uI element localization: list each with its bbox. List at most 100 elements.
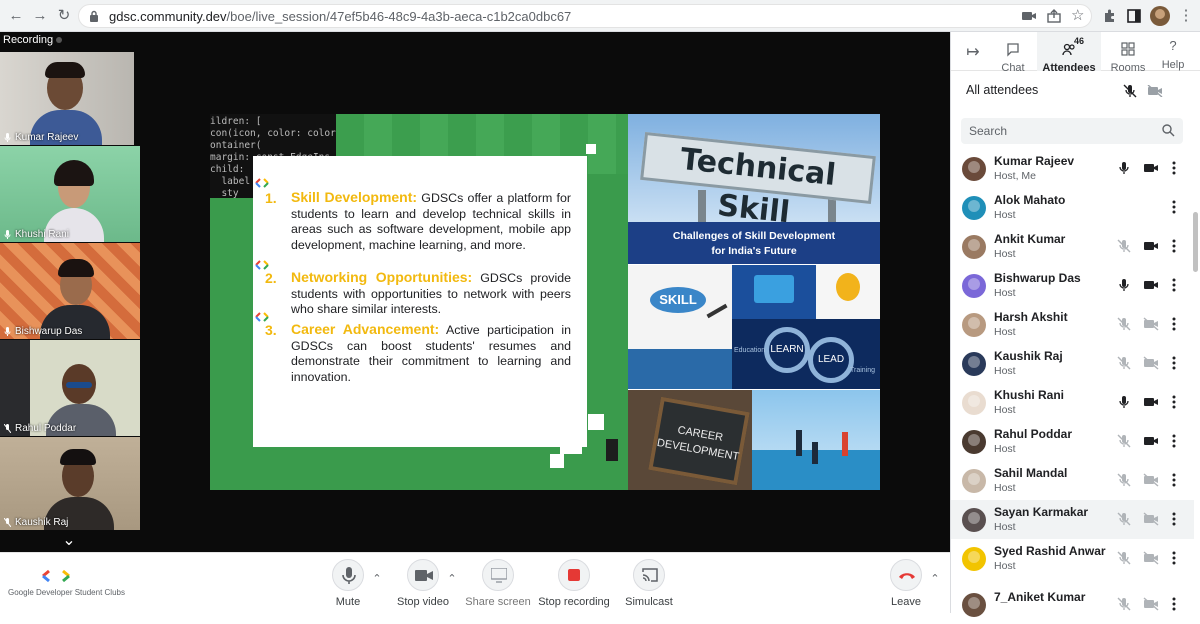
reload-icon[interactable]: ↻ [54,6,74,26]
avatar [962,430,986,454]
more-options-icon[interactable] [1170,356,1178,370]
attendee-name: Ankit Kumar [994,232,1066,246]
more-options-icon[interactable] [1170,434,1178,448]
menu-kebab-icon[interactable]: ⋮ [1176,6,1196,26]
help-icon: ? [1169,38,1177,53]
more-options-icon[interactable] [1170,597,1178,611]
attendee-row[interactable]: Kaushik Raj Host [951,344,1194,383]
learn-lead-gears-image: LEARN LEAD Education Training [732,319,880,389]
video-off-icon[interactable] [1143,317,1159,331]
attendee-row[interactable]: 7_Aniket Kumar [951,585,1194,624]
business-person-image [628,349,732,389]
stop-all-video-icon[interactable] [1147,85,1163,97]
mic-muted-icon[interactable] [1117,473,1131,487]
attendee-name: Kumar Rajeev [994,154,1075,168]
video-camera-icon[interactable] [1143,395,1159,409]
camera-permission-icon[interactable] [1021,8,1037,24]
attendee-row[interactable]: Alok Mahato Host [951,188,1194,227]
attendee-row[interactable]: Harsh Akshit Host [951,305,1194,344]
attendee-row[interactable]: Kumar Rajeev Host, Me [951,149,1194,188]
attendee-row[interactable]: Bishwarup Das Host [951,266,1194,305]
point-skill-development: Skill Development: GDSCs offer a platfor… [291,189,571,252]
mic-icon[interactable] [1117,161,1131,175]
attendee-row[interactable]: Rahul Poddar Host [951,422,1194,461]
mic-muted-icon[interactable] [1117,512,1131,526]
tile-name: Kaushik Raj [4,517,68,528]
mic-muted-icon[interactable] [1117,317,1131,331]
attendee-row[interactable]: Ankit Kumar Host [951,227,1194,266]
video-tile[interactable]: Khushi Rani [0,146,140,242]
tab-help[interactable]: ? Help [1155,32,1191,71]
bookmark-star-icon[interactable]: ☆ [1071,8,1087,24]
attendee-name: Alok Mahato [994,193,1066,207]
video-off-icon[interactable] [1143,356,1159,370]
collapse-panel-button[interactable]: ↦ [951,32,995,71]
back-icon[interactable]: ← [6,6,26,26]
url-text: gdsc.community.dev/boe/live_session/47ef… [109,9,572,24]
video-tile[interactable]: Kaushik Raj [0,437,140,530]
mic-muted-icon[interactable] [1117,356,1131,370]
video-camera-icon[interactable] [1143,239,1159,253]
attendee-row[interactable]: Sahil Mandal Host [951,461,1194,500]
video-tile[interactable]: Bishwarup Das [0,243,140,339]
tab-chat[interactable]: Chat [995,32,1031,74]
video-off-icon[interactable] [1143,597,1159,611]
tab-rooms[interactable]: Rooms [1107,32,1149,74]
more-options-icon[interactable] [1170,161,1178,175]
address-bar[interactable]: gdsc.community.dev/boe/live_session/47ef… [78,4,1092,28]
avatar [962,352,986,376]
attendee-search-input[interactable]: Search [961,118,1183,144]
share-icon[interactable] [1046,8,1062,24]
attendee-name: Syed Rashid Anwar [994,544,1106,558]
video-tile[interactable]: Rahul Poddar [0,340,140,436]
attendee-name: Rahul Poddar [994,427,1073,441]
mute-all-icon[interactable] [1123,84,1137,98]
video-off-icon[interactable] [1143,473,1159,487]
extensions-icon[interactable] [1102,8,1118,24]
content-card: 1. Skill Development: GDSCs offer a plat… [253,156,587,447]
mic-icon[interactable] [1117,278,1131,292]
attendee-role: Host [994,521,1016,533]
video-stage: Recording Kumar Rajeev Khushi Rani Bishw… [0,32,950,552]
attendee-role: Host [994,404,1016,416]
more-options-icon[interactable] [1170,239,1178,253]
mic-muted-icon[interactable] [1117,434,1131,448]
video-camera-icon[interactable] [1143,278,1159,292]
avatar [962,391,986,415]
video-camera-icon[interactable] [1143,161,1159,175]
more-options-icon[interactable] [1170,551,1178,565]
video-off-icon[interactable] [1143,551,1159,565]
more-options-icon[interactable] [1170,200,1178,214]
challenges-banner: Challenges of Skill Development for India… [628,222,880,264]
video-tile[interactable]: Kumar Rajeev [0,52,134,145]
technical-skill-image: Technical Skill [628,114,880,230]
panel-tabs: ↦ Chat Attendees 46 Rooms ? Help [951,32,1200,74]
avatar [962,508,986,532]
mic-muted-icon[interactable] [1117,597,1131,611]
attendee-role: Host [994,209,1016,221]
tab-attendees[interactable]: Attendees 46 [1037,32,1101,74]
profile-avatar[interactable] [1150,6,1170,26]
more-options-icon[interactable] [1170,473,1178,487]
mic-muted-icon[interactable] [1117,239,1131,253]
more-options-icon[interactable] [1170,395,1178,409]
chevron-down-icon[interactable]: ⌄ [60,532,78,550]
more-options-icon[interactable] [1170,278,1178,292]
video-off-icon[interactable] [1143,512,1159,526]
attendee-row[interactable]: Syed Rashid Anwar Host [951,539,1194,578]
more-options-icon[interactable] [1170,512,1178,526]
mic-icon[interactable] [1117,395,1131,409]
attendee-name: Bishwarup Das [994,271,1081,285]
video-camera-icon[interactable] [1143,434,1159,448]
more-options-icon[interactable] [1170,317,1178,331]
mic-muted-icon[interactable] [1117,551,1131,565]
side-panel-icon[interactable] [1126,8,1142,24]
avatar [962,274,986,298]
attendee-role: Host [994,326,1016,338]
gdsc-brand-icon [42,569,70,583]
attendee-row[interactable]: Sayan Karmakar Host [951,500,1194,539]
attendee-row[interactable]: Khushi Rani Host [951,383,1194,422]
simulcast-button[interactable]: Simulcast [604,559,694,608]
forward-icon[interactable]: → [30,6,50,26]
leave-options-chevron-icon[interactable]: ⌃ [929,573,941,585]
